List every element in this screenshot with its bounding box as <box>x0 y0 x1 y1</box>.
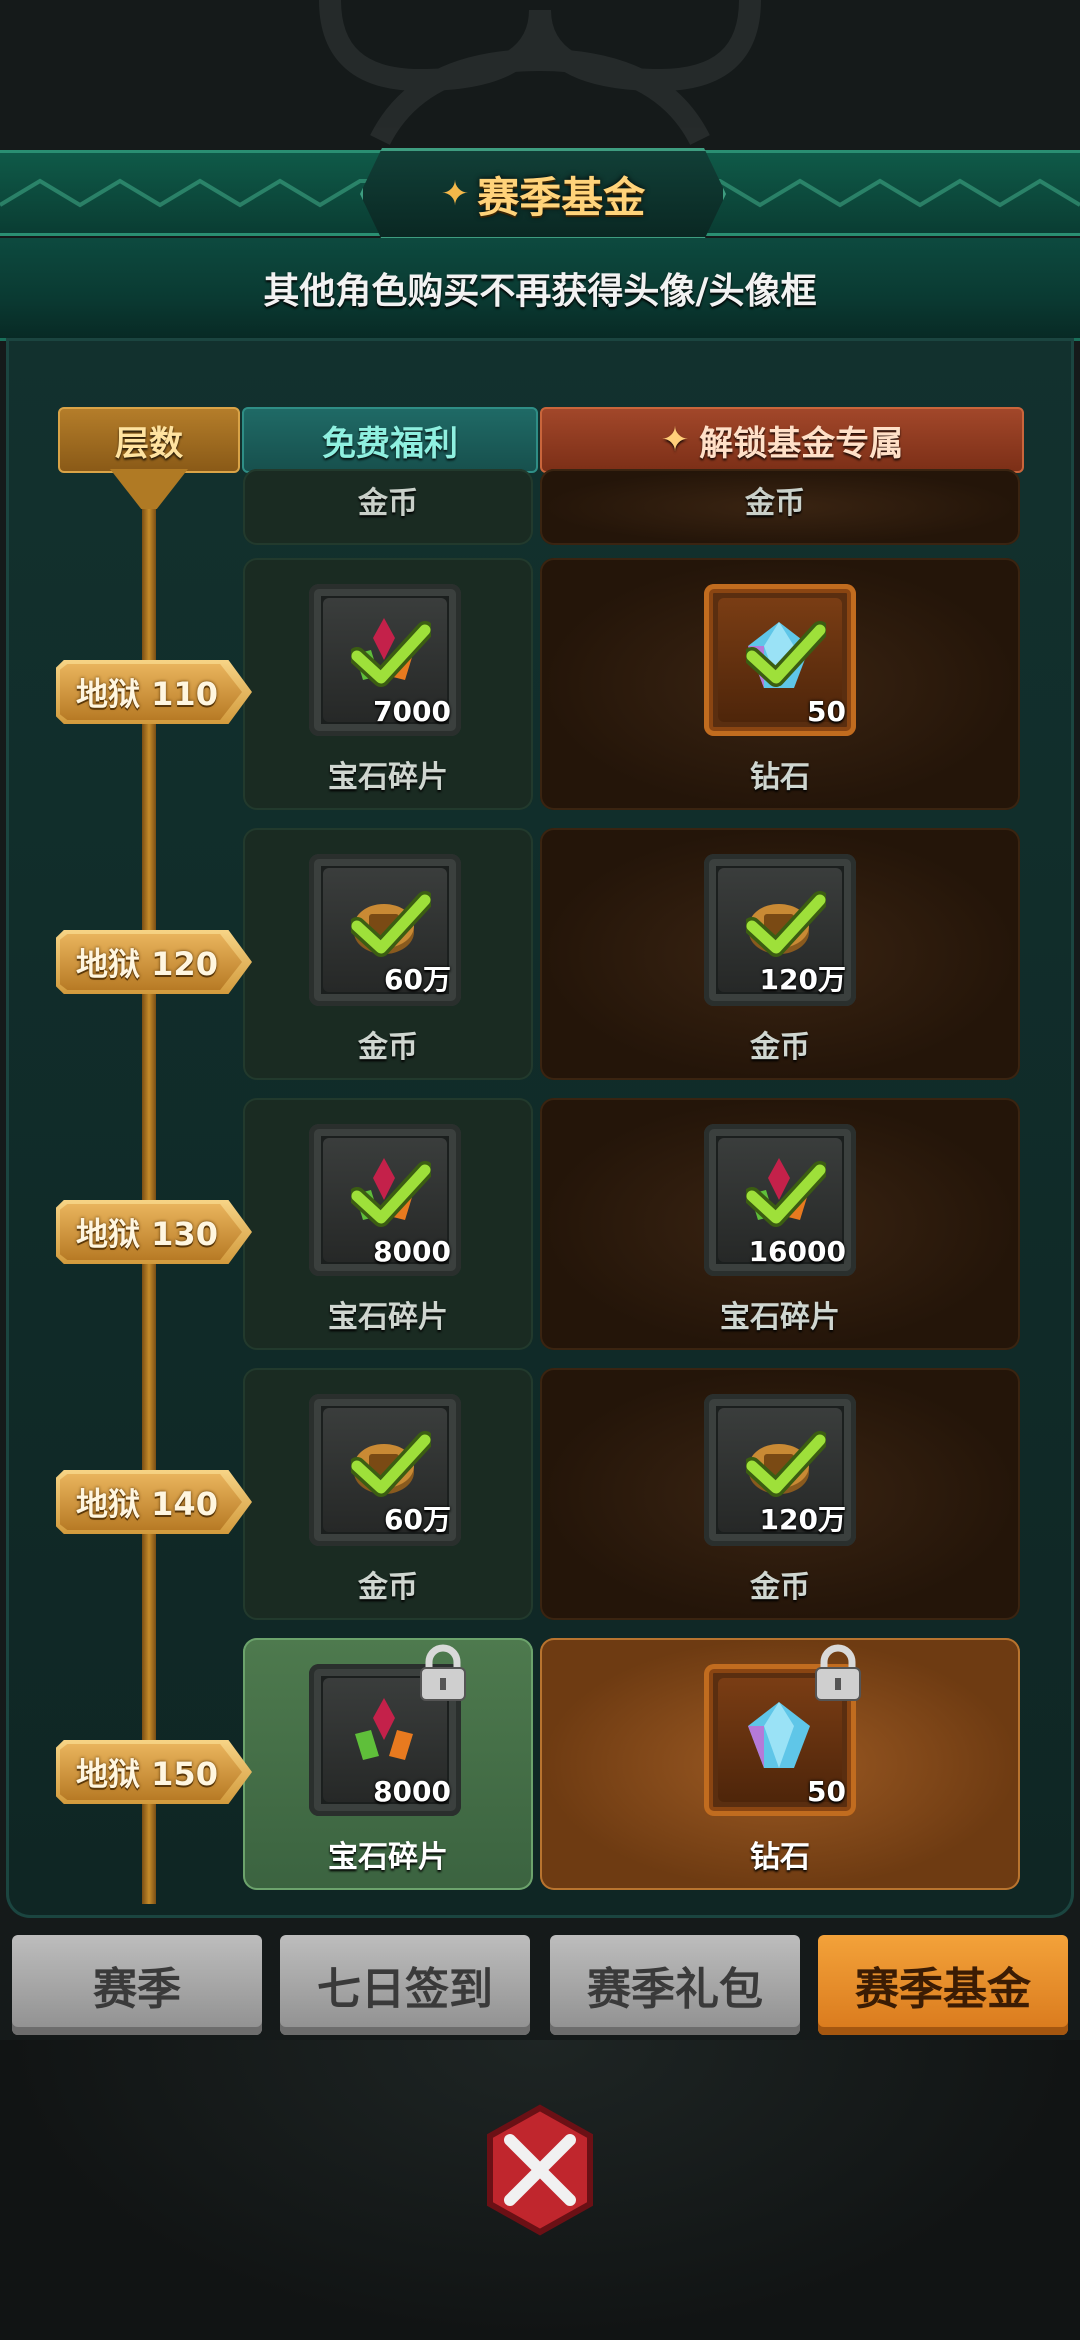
reward-quantity: 8000 <box>373 1775 451 1808</box>
layer-tag: 地狱 120 <box>56 930 252 994</box>
reward-slot: 50 <box>704 584 856 736</box>
partial-fund-label: 金币 <box>745 486 805 521</box>
reward-slot: 8000 <box>309 1124 461 1276</box>
page-title: 赛季基金 <box>477 172 646 222</box>
column-header-free: 免费福利 <box>242 407 538 473</box>
layer-tag: 地狱 140 <box>56 1470 252 1534</box>
gem-shard-icon <box>355 1698 413 1760</box>
column-header-layer: 层数 <box>58 407 240 473</box>
layer-tag-label: 地狱 150 <box>76 1755 218 1793</box>
layer-tag-label: 地狱 110 <box>76 675 218 713</box>
layer-tag: 地狱 130 <box>56 1200 252 1264</box>
tab-season-pack[interactable]: 赛季礼包 <box>550 1935 800 2035</box>
reward-slot: 60万 <box>309 854 461 1006</box>
column-header-fund-label: 解锁基金专属 <box>699 423 904 464</box>
reward-slot: 50 <box>704 1644 861 1816</box>
layer-tag-label: 地狱 130 <box>76 1215 218 1253</box>
close-button[interactable] <box>470 2100 610 2240</box>
layer-tag: 地狱 150 <box>56 1740 252 1804</box>
reward-quantity: 120万 <box>759 963 846 996</box>
check-icon <box>746 1161 826 1227</box>
check-icon <box>351 1431 431 1497</box>
reward-quantity: 7000 <box>373 695 451 728</box>
reward-quantity: 60万 <box>384 963 451 996</box>
free-reward-cell[interactable]: 7000 宝石碎片 <box>243 558 533 810</box>
fund-reward-cell[interactable]: 16000 宝石碎片 <box>540 1098 1020 1350</box>
reward-label: 宝石碎片 <box>328 1840 448 1875</box>
partial-free-label: 金币 <box>358 486 418 521</box>
layer-tag: 地狱 110 <box>56 660 252 724</box>
reward-label: 宝石碎片 <box>328 1300 448 1335</box>
check-icon <box>351 621 431 687</box>
column-header-fund: ✦ 解锁基金专属 <box>540 407 1024 473</box>
reward-quantity: 8000 <box>373 1235 451 1268</box>
reward-slot: 120万 <box>704 854 856 1006</box>
reward-slot: 8000 <box>309 1644 466 1816</box>
tab-season-fund[interactable]: 赛季基金 <box>818 1935 1068 2035</box>
check-icon <box>351 891 431 957</box>
reward-slot: 7000 <box>309 584 461 736</box>
tab-seven-day-checkin[interactable]: 七日签到 <box>280 1935 530 2035</box>
title-plate: ✦ 赛季基金 <box>360 148 726 240</box>
lock-icon <box>815 1644 861 1701</box>
sparkle-icon: ✦ <box>660 420 690 460</box>
tab-season[interactable]: 赛季 <box>12 1935 262 2035</box>
fund-reward-cell[interactable]: 120万金币 <box>540 1368 1020 1620</box>
reward-quantity: 60万 <box>384 1503 451 1536</box>
reward-slot: 60万 <box>309 1394 461 1546</box>
lock-icon <box>420 1644 466 1701</box>
subtitle-text: 其他角色购买不再获得头像/头像框 <box>263 271 817 312</box>
fund-reward-cell[interactable]: 50 钻石 <box>540 558 1020 810</box>
subtitle-bar: 其他角色购买不再获得头像/头像框 <box>0 238 1080 341</box>
free-reward-cell[interactable]: 8000 宝石碎片 <box>243 1638 533 1890</box>
check-icon <box>351 1161 431 1227</box>
free-reward-cell[interactable]: 8000 宝石碎片 <box>243 1098 533 1350</box>
reward-label: 金币 <box>358 1570 418 1605</box>
check-icon <box>746 621 826 687</box>
reward-label: 金币 <box>358 1030 418 1065</box>
reward-quantity: 50 <box>807 695 846 728</box>
sparkle-icon: ✦ <box>440 174 470 214</box>
free-reward-cell[interactable]: 60万金币 <box>243 828 533 1080</box>
free-reward-cell[interactable]: 60万金币 <box>243 1368 533 1620</box>
reward-label: 宝石碎片 <box>720 1300 840 1335</box>
check-icon <box>746 891 826 957</box>
layer-tag-label: 地狱 120 <box>76 945 218 983</box>
reward-label: 钻石 <box>750 760 810 795</box>
reward-label: 钻石 <box>750 1840 810 1875</box>
reward-slot: 120万 <box>704 1394 856 1546</box>
reward-quantity: 120万 <box>759 1503 846 1536</box>
reward-label: 金币 <box>750 1030 810 1065</box>
reward-label: 宝石碎片 <box>328 760 448 795</box>
diamond-icon <box>748 1702 810 1768</box>
reward-quantity: 16000 <box>748 1235 846 1268</box>
reward-label: 金币 <box>750 1570 810 1605</box>
fund-reward-cell[interactable]: 50 钻石 <box>540 1638 1020 1890</box>
check-icon <box>746 1431 826 1497</box>
fund-reward-cell[interactable]: 120万金币 <box>540 828 1020 1080</box>
layer-tag-label: 地狱 140 <box>76 1485 218 1523</box>
reward-quantity: 50 <box>807 1775 846 1808</box>
reward-slot: 16000 <box>704 1124 856 1276</box>
